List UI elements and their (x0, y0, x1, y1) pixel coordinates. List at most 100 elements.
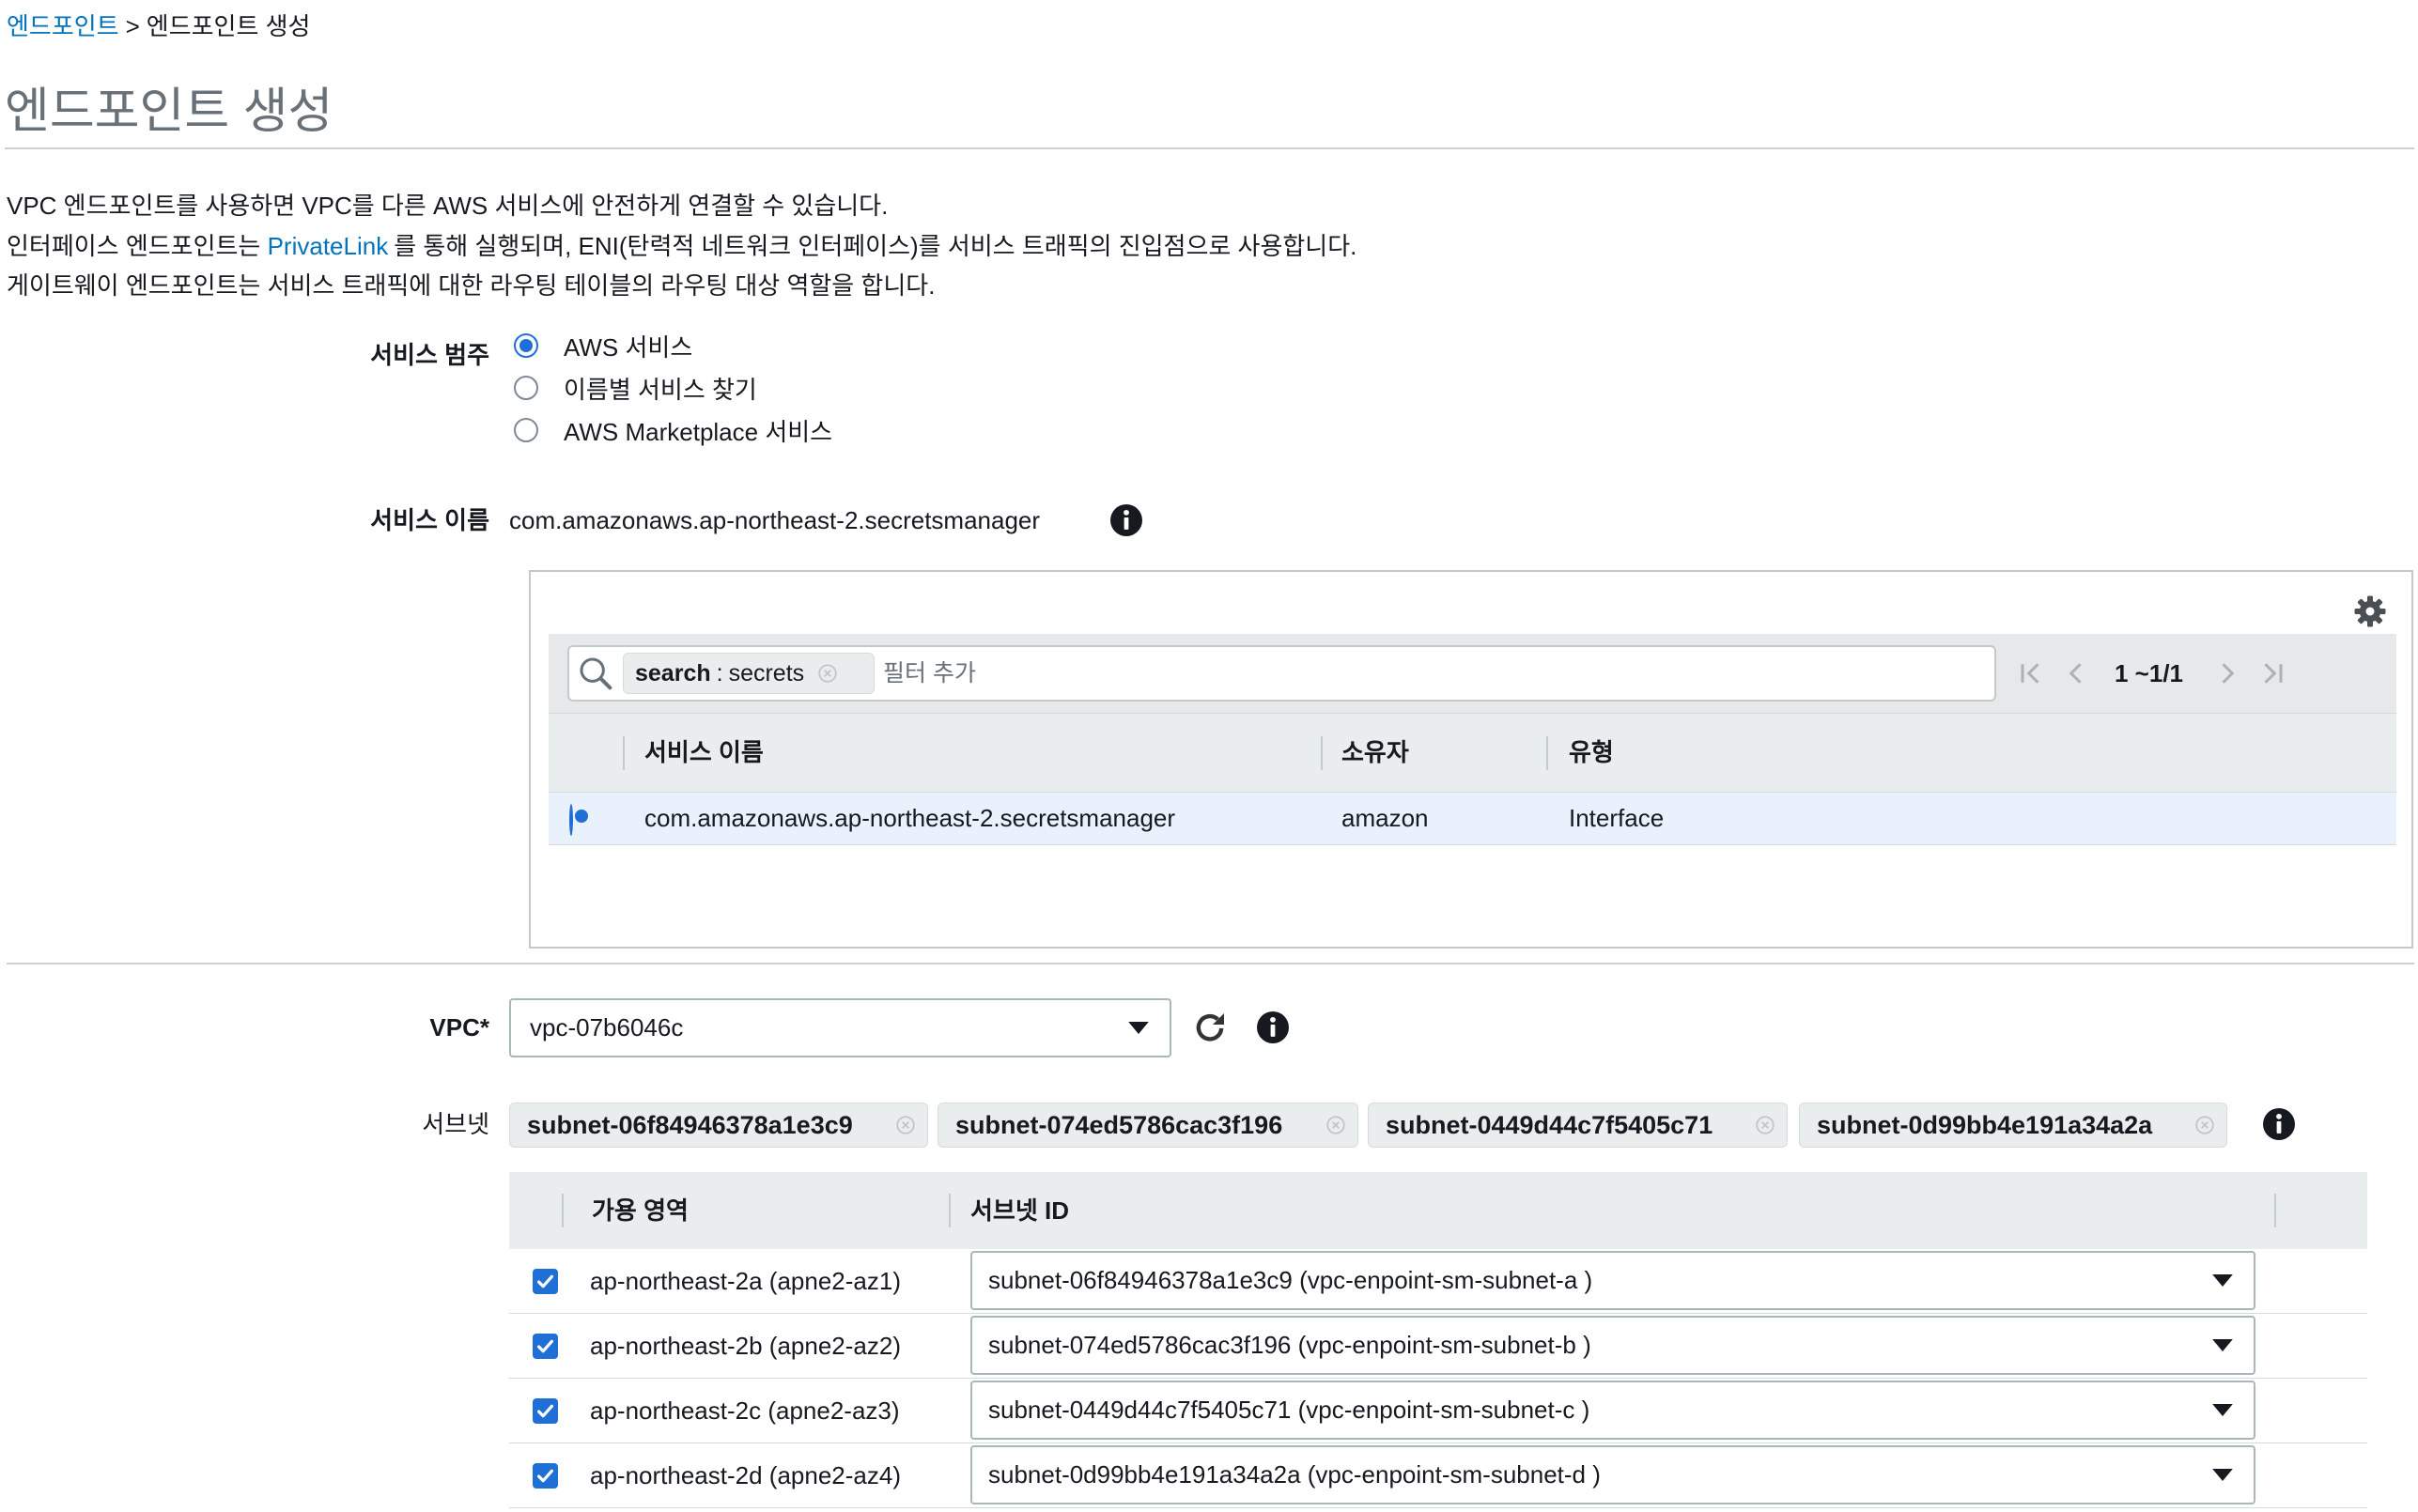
filter-search-box[interactable]: search: secrets (567, 645, 1996, 702)
service-category-radio[interactable] (514, 418, 538, 442)
column-separator (1546, 736, 1548, 770)
column-header-availability-zone[interactable]: 가용 영역 (592, 1172, 689, 1249)
subnet-select[interactable]: subnet-06f84946378a1e3c9 (vpc-enpoint-sm… (970, 1251, 2255, 1310)
service-table-header: 서비스 이름 소유자 유형 (549, 714, 2396, 792)
subnet-token-label: subnet-0449d44c7f5405c71 (1386, 1110, 1713, 1139)
subnet-token-label: subnet-06f84946378a1e3c9 (527, 1110, 853, 1139)
info-icon[interactable] (1257, 1011, 1289, 1043)
chevron-down-icon (1128, 1022, 1149, 1034)
subnet-select[interactable]: subnet-0d99bb4e191a34a2a (vpc-enpoint-sm… (970, 1445, 2255, 1504)
subnet-token-label: subnet-074ed5786cac3f196 (955, 1110, 1283, 1139)
table-row: ap-northeast-2c (apne2-az3) subnet-0449d… (509, 1379, 2367, 1443)
column-header-service-name[interactable]: 서비스 이름 (644, 714, 764, 792)
service-category-option-label: AWS Marketplace 서비스 (564, 417, 833, 446)
privatelink-link[interactable]: PrivateLink (268, 232, 389, 260)
table-row[interactable]: com.amazonaws.ap-northeast-2.secretsmana… (549, 792, 2396, 845)
subnet-select-value: subnet-06f84946378a1e3c9 (vpc-enpoint-sm… (988, 1266, 1593, 1294)
column-header-owner[interactable]: 소유자 (1341, 714, 1409, 792)
subnet-table-header: 가용 영역 서브넷 ID (509, 1172, 2367, 1249)
owner-cell: amazon (1341, 804, 1429, 832)
column-separator (1321, 736, 1323, 770)
column-header-subnet-id[interactable]: 서브넷 ID (970, 1172, 1069, 1249)
table-row: ap-northeast-2b (apne2-az2) subnet-074ed… (509, 1314, 2367, 1379)
breadcrumb: 엔드포인트 > 엔드포인트 생성 (7, 8, 310, 45)
availability-zone-label: ap-northeast-2a (apne2-az1) (590, 1267, 901, 1295)
service-category-option-label: 이름별 서비스 찾기 (564, 375, 757, 404)
service-category-radio[interactable] (514, 376, 538, 400)
table-row: ap-northeast-2a (apne2-az1) subnet-06f84… (509, 1249, 2367, 1314)
subnet-token-label: subnet-0d99bb4e191a34a2a (1817, 1110, 2153, 1139)
subnet-label: 서브넷 (422, 1110, 489, 1138)
previous-page-icon[interactable] (2062, 659, 2090, 687)
filter-token-key: search (635, 659, 711, 687)
chevron-down-icon (2212, 1274, 2233, 1287)
pagination-label: 1 ~1/1 (2115, 659, 2184, 687)
row-select-radio[interactable] (569, 804, 573, 836)
chevron-down-icon (2212, 1469, 2233, 1481)
subnet-select-value: subnet-0449d44c7f5405c71 (vpc-enpoint-sm… (988, 1396, 1590, 1424)
description-line-2-rest: 를 통해 실행되며, ENI(탄력적 네트워크 인터페이스)를 서비스 트래픽의… (394, 231, 1357, 260)
vpc-label: VPC* (429, 1013, 489, 1041)
description-line-1: VPC 엔드포인트를 사용하면 VPC를 다른 AWS 서비스에 안전하게 연결… (7, 192, 889, 220)
service-name-cell: com.amazonaws.ap-northeast-2.secretsmana… (644, 804, 1176, 832)
subnet-checkbox[interactable] (533, 1463, 558, 1489)
column-separator (949, 1194, 951, 1227)
search-icon (577, 655, 614, 692)
first-page-icon[interactable] (2017, 659, 2045, 687)
subnet-select[interactable]: subnet-074ed5786cac3f196 (vpc-enpoint-sm… (970, 1316, 2255, 1375)
description-line-2: 인터페이스 엔드포인트는 PrivateLink 를 통해 실행되며, ENI(탄… (7, 226, 1356, 267)
service-category-label: 서비스 범주 (370, 341, 489, 369)
service-category-option-by-name[interactable]: 이름별 서비스 찾기 (514, 369, 757, 407)
table-toolbar: search:secrets 1 ~1/1 (549, 634, 2396, 714)
refresh-icon[interactable] (1191, 1009, 1229, 1046)
vpc-select[interactable]: vpc-07b6046c (509, 998, 1171, 1057)
next-page-icon[interactable] (2213, 659, 2241, 687)
filter-token-separator: : (716, 659, 723, 687)
type-cell: Interface (1569, 804, 1665, 832)
description-line-2-text: 인터페이스 엔드포인트는 (7, 231, 268, 260)
remove-subnet-icon[interactable] (1755, 1115, 1775, 1135)
service-category-option-aws[interactable]: AWS 서비스 (514, 327, 692, 364)
remove-filter-icon[interactable] (817, 663, 838, 684)
filter-token[interactable]: search: secrets (623, 653, 875, 694)
subnet-checkbox[interactable] (533, 1398, 558, 1424)
info-icon[interactable] (2263, 1108, 2295, 1140)
subnet-token[interactable]: subnet-074ed5786cac3f196 (938, 1103, 1358, 1148)
availability-zone-label: ap-northeast-2b (apne2-az2) (590, 1332, 901, 1360)
info-icon[interactable] (1110, 504, 1142, 536)
breadcrumb-link-endpoints[interactable]: 엔드포인트 (7, 12, 119, 40)
column-header-type[interactable]: 유형 (1569, 714, 1614, 792)
service-name-value: com.amazonaws.ap-northeast-2.secretsmana… (509, 506, 1041, 534)
service-category-radio[interactable] (514, 333, 538, 358)
availability-zone-label: ap-northeast-2d (apne2-az4) (590, 1461, 901, 1489)
column-separator (562, 1194, 564, 1227)
remove-subnet-icon[interactable] (1325, 1115, 1346, 1135)
last-page-icon[interactable] (2258, 659, 2286, 687)
subnet-token[interactable]: subnet-0449d44c7f5405c71 (1368, 1103, 1788, 1148)
remove-subnet-icon[interactable] (895, 1115, 916, 1135)
gear-icon[interactable] (2353, 594, 2387, 628)
subnet-select-value: subnet-074ed5786cac3f196 (vpc-enpoint-sm… (988, 1331, 1591, 1359)
column-separator (2274, 1194, 2276, 1227)
subnet-select[interactable]: subnet-0449d44c7f5405c71 (vpc-enpoint-sm… (970, 1381, 2255, 1440)
subnet-checkbox[interactable] (533, 1269, 558, 1294)
chevron-down-icon (2212, 1339, 2233, 1351)
filter-input[interactable] (883, 647, 1963, 700)
service-category-option-label: AWS 서비스 (564, 332, 693, 362)
subnet-token[interactable]: subnet-06f84946378a1e3c9 (509, 1103, 928, 1148)
page-title: 엔드포인트 생성 (5, 85, 333, 139)
service-table-panel: search:secrets 1 ~1/1 서비스 이름 소유자 유형 (529, 570, 2413, 949)
remove-subnet-icon[interactable] (2194, 1115, 2215, 1135)
service-name-label: 서비스 이름 (370, 506, 489, 534)
subnet-checkbox[interactable] (533, 1334, 558, 1359)
table-row: ap-northeast-2d (apne2-az4) subnet-0d99b… (509, 1443, 2367, 1508)
subnet-select-value: subnet-0d99bb4e191a34a2a (vpc-enpoint-sm… (988, 1460, 1601, 1489)
chevron-down-icon (2212, 1404, 2233, 1416)
service-category-option-marketplace[interactable]: AWS Marketplace 서비스 (514, 411, 832, 449)
filter-token-value: secrets (728, 659, 805, 687)
subnet-token[interactable]: subnet-0d99bb4e191a34a2a (1799, 1103, 2227, 1148)
vpc-select-value: vpc-07b6046c (530, 1013, 684, 1041)
availability-zone-label: ap-northeast-2c (apne2-az3) (590, 1396, 900, 1425)
description-line-3: 게이트웨이 엔드포인트는 서비스 트래픽에 대한 라우팅 테이블의 라우팅 대상… (7, 271, 936, 300)
breadcrumb-separator: > (125, 12, 140, 40)
